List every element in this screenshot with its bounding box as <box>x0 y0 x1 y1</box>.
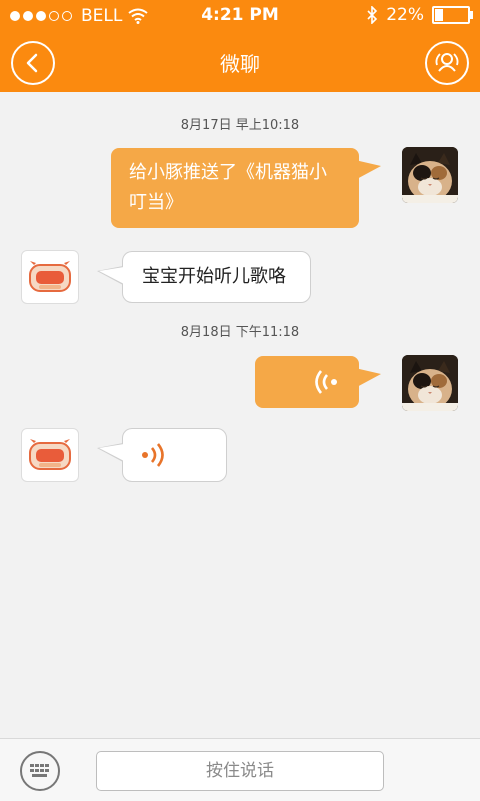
message-timestamp: 8月18日 下午11:18 <box>180 325 300 340</box>
contact-profile-icon <box>435 53 459 72</box>
robot-face-icon <box>29 439 71 470</box>
keyboard-icon <box>30 764 49 777</box>
chat-area[interactable]: 8月17日 早上10:18 给小豚推送了《机器猫小 叮当》 宝宝开始听儿歌咯 8… <box>0 92 480 738</box>
voice-wave-icon <box>142 443 164 467</box>
nav-bar: 微聊 <box>0 30 480 92</box>
cat-photo-icon <box>402 147 458 203</box>
cat-photo-icon <box>402 355 458 411</box>
contact-profile-button[interactable] <box>425 41 469 85</box>
robot-avatar[interactable] <box>21 250 79 304</box>
voice-wave-icon <box>315 370 337 394</box>
outgoing-message-bubble[interactable]: 给小豚推送了《机器猫小 叮当》 <box>111 148 381 228</box>
cat-avatar[interactable] <box>402 355 458 411</box>
input-bar: 按住说话 <box>0 738 480 801</box>
cat-avatar[interactable] <box>402 147 458 203</box>
hold-to-talk-button[interactable]: 按住说话 <box>96 751 384 791</box>
robot-avatar[interactable] <box>21 428 79 482</box>
incoming-message-bubble[interactable]: 宝宝开始听儿歌咯 <box>97 251 311 303</box>
incoming-voice-message[interactable] <box>97 428 227 482</box>
message-text-line: 叮当》 <box>129 192 183 213</box>
status-right: 22% <box>366 5 473 25</box>
status-bar: BELL 4:21 PM 22% <box>0 0 480 30</box>
outgoing-voice-message[interactable] <box>255 356 381 408</box>
bluetooth-icon <box>367 6 378 24</box>
battery-icon <box>432 6 473 24</box>
battery-percent: 22% <box>386 5 424 25</box>
message-text-line: 给小豚推送了《机器猫小 <box>129 162 327 183</box>
page-title: 微聊 <box>220 52 260 76</box>
message-timestamp: 8月17日 早上10:18 <box>180 118 300 133</box>
robot-face-icon <box>29 261 71 292</box>
keyboard-toggle-button[interactable] <box>20 751 60 791</box>
message-text: 宝宝开始听儿歌咯 <box>142 266 286 287</box>
